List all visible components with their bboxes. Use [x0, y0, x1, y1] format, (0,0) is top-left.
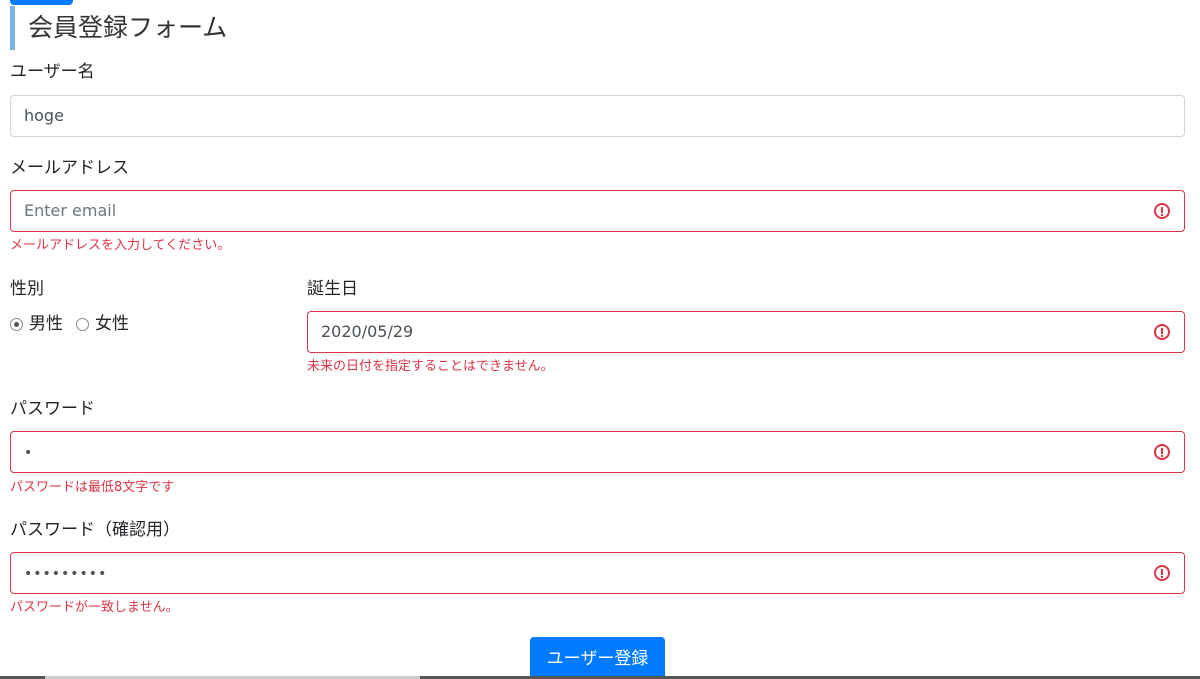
password-confirm-value: ••••••••• [24, 566, 108, 582]
password-error-icon [1154, 444, 1170, 460]
email-input[interactable]: Enter email [10, 190, 1185, 232]
birthday-error-icon [1154, 324, 1170, 340]
register-user-button[interactable]: ユーザー登録 [530, 637, 665, 679]
password-confirm-error-message: パスワードが一致しません。 [10, 600, 179, 615]
password-input[interactable]: • [10, 431, 1185, 473]
gender-radio-male[interactable]: 男性 [10, 312, 63, 336]
password-confirm-label: パスワード（確認用） [10, 520, 180, 540]
registration-page: 会員登録フォーム ユーザー名 hoge メールアドレス Enter email … [0, 0, 1200, 679]
email-label: メールアドレス [10, 158, 129, 178]
top-tab-indicator [10, 0, 73, 5]
username-value: hoge [24, 106, 64, 125]
password-value: • [24, 445, 34, 461]
email-placeholder: Enter email [24, 201, 117, 220]
radio-checked-icon[interactable] [10, 317, 23, 331]
gender-option-female: 女性 [95, 314, 129, 334]
birthday-input[interactable]: 2020/05/29 [307, 311, 1185, 353]
birthday-value: 2020/05/29 [321, 322, 414, 341]
birthday-label: 誕生日 [307, 279, 358, 299]
password-confirm-input[interactable]: ••••••••• [10, 552, 1185, 594]
radio-unchecked-icon[interactable] [76, 317, 89, 331]
username-label: ユーザー名 [10, 62, 95, 82]
gender-radio-group: 男性 女性 [10, 312, 142, 336]
password-label: パスワード [10, 399, 95, 419]
email-error-icon [1154, 203, 1170, 219]
gender-label: 性別 [10, 279, 44, 299]
gender-radio-female[interactable]: 女性 [76, 312, 129, 336]
email-error-message: メールアドレスを入力してください。 [10, 238, 231, 253]
password-error-message: パスワードは最低8文字です [10, 480, 175, 495]
password-confirm-error-icon [1154, 565, 1170, 581]
gender-option-male: 男性 [29, 314, 63, 334]
username-input[interactable]: hoge [10, 95, 1185, 137]
page-title: 会員登録フォーム [10, 6, 410, 50]
birthday-error-message: 未来の日付を指定することはできません。 [307, 359, 554, 374]
